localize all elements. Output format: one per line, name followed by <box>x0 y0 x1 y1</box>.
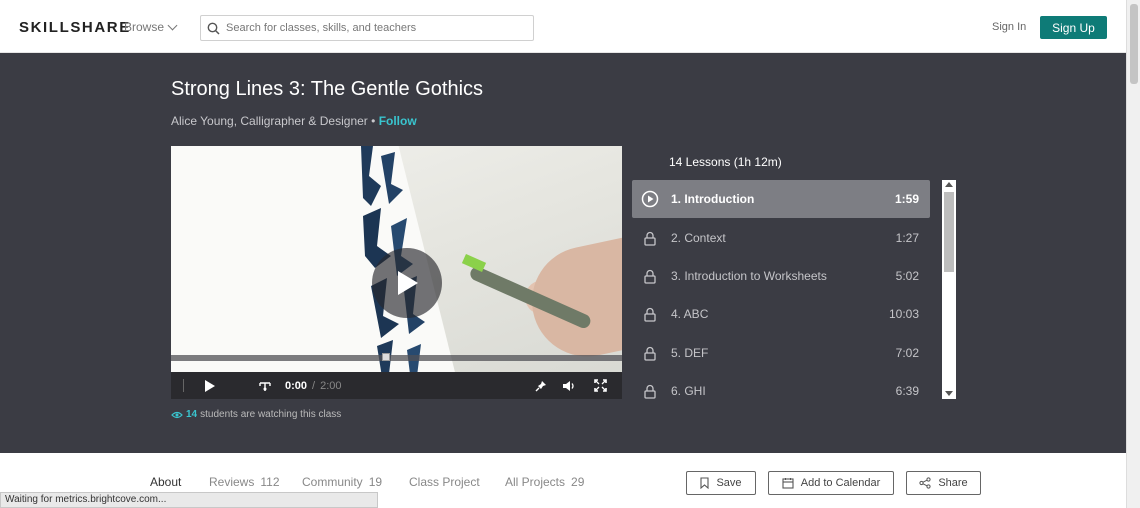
tab-label: About <box>150 475 182 489</box>
speed-icon <box>259 381 271 391</box>
tab-label: All Projects <box>505 475 566 489</box>
lesson-duration: 10:03 <box>888 307 919 321</box>
bookmark-icon <box>700 477 710 489</box>
scroll-up-icon[interactable] <box>945 182 953 187</box>
time-separator: / <box>312 379 316 392</box>
pin-control[interactable] <box>531 372 551 399</box>
big-play-button[interactable] <box>372 248 442 318</box>
add-to-calendar-button[interactable]: Add to Calendar <box>768 471 894 495</box>
fullscreen-control[interactable] <box>589 372 611 399</box>
browse-label: Browse <box>124 20 165 34</box>
skillshare-logo[interactable]: SKILLSHARE <box>19 19 131 36</box>
browse-menu[interactable]: Browse <box>124 20 178 34</box>
share-label: Share <box>938 477 968 489</box>
lessons-scrollbar-thumb[interactable] <box>944 192 954 272</box>
play-icon <box>204 379 215 392</box>
fullscreen-icon <box>593 379 607 392</box>
search-icon <box>207 22 220 35</box>
save-button[interactable]: Save <box>686 471 756 495</box>
video-controls: 0:00 / 2:00 <box>171 372 622 399</box>
browser-status-bar: Waiting for metrics.brightcove.com... <box>0 492 378 508</box>
lock-icon <box>641 267 659 285</box>
lesson-duration: 7:02 <box>895 346 919 360</box>
volume-control[interactable] <box>559 372 579 399</box>
lesson-item[interactable]: 1. Introduction 1:59 <box>632 180 930 218</box>
lesson-item[interactable]: 6. GHI 6:39 <box>632 372 930 410</box>
save-label: Save <box>716 477 742 489</box>
lessons-scrollbar[interactable] <box>942 180 956 399</box>
tab-about[interactable]: About <box>150 475 181 489</box>
sign-up-button[interactable]: Sign Up <box>1040 16 1107 39</box>
watching-text: students are watching this class <box>200 409 342 420</box>
play-icon <box>398 271 418 295</box>
top-nav: SKILLSHARE Browse Sign In Sign Up <box>0 0 1126 53</box>
watching-count: 14 <box>186 409 198 420</box>
controls-divider <box>183 379 184 392</box>
lesson-title: 4. ABC <box>671 307 709 321</box>
lesson-item[interactable]: 5. DEF 7:02 <box>632 334 930 372</box>
course-title: Strong Lines 3: The Gentle Gothics <box>171 78 484 100</box>
lesson-title: 2. Context <box>671 231 726 245</box>
lesson-item[interactable]: 3. Introduction to Worksheets 5:02 <box>632 257 930 295</box>
search-box[interactable] <box>200 15 534 41</box>
follow-link[interactable]: Follow <box>379 114 417 128</box>
tab-class-project[interactable]: Class Project <box>409 475 480 489</box>
lesson-title: 5. DEF <box>671 346 709 360</box>
lesson-item[interactable]: 4. ABC 10:03 <box>632 295 930 333</box>
pin-icon <box>535 380 546 391</box>
tab-count: 29 <box>571 475 585 489</box>
video-progress-bar[interactable] <box>171 353 622 361</box>
byline-bullet: • <box>371 114 376 128</box>
share-icon <box>919 477 931 489</box>
play-control[interactable] <box>199 372 219 399</box>
progress-handle[interactable] <box>382 353 390 361</box>
page-scrollbar-thumb[interactable] <box>1130 4 1138 84</box>
lessons-header: 14 Lessons (1h 12m) <box>669 155 782 169</box>
volume-icon <box>563 380 574 391</box>
lesson-title: 1. Introduction <box>671 192 755 206</box>
lock-icon <box>641 382 659 400</box>
teacher-byline: Alice Young, Calligrapher & Designer • F… <box>171 114 417 128</box>
share-button[interactable]: Share <box>906 471 981 495</box>
tab-reviews[interactable]: Reviews 112 <box>209 475 280 489</box>
calendar-icon <box>782 478 794 489</box>
lock-icon <box>641 229 659 247</box>
lesson-duration: 1:59 <box>894 192 919 206</box>
play-circle-icon <box>641 190 659 208</box>
teacher-name[interactable]: Alice Young, Calligrapher & Designer <box>171 114 368 128</box>
eye-icon <box>171 411 183 418</box>
watching-indicator: 14 students are watching this class <box>171 409 341 420</box>
lesson-duration: 1:27 <box>895 231 919 245</box>
tab-all-projects[interactable]: All Projects 29 <box>505 475 584 489</box>
lesson-item[interactable]: 2. Context 1:27 <box>632 219 930 257</box>
lesson-title: 6. GHI <box>671 384 706 398</box>
scroll-down-icon[interactable] <box>945 391 953 396</box>
tab-count: 19 <box>368 475 383 489</box>
chevron-down-icon <box>167 20 178 30</box>
tab-count: 112 <box>260 475 280 489</box>
time-display: 0:00 / 2:00 <box>285 372 345 399</box>
tab-label: Community <box>302 475 363 489</box>
lesson-title: 3. Introduction to Worksheets <box>671 269 827 283</box>
lock-icon <box>641 344 659 362</box>
sign-in-link[interactable]: Sign In <box>992 21 1026 33</box>
tab-community[interactable]: Community 19 <box>302 475 382 489</box>
playback-rate-control[interactable] <box>255 372 275 399</box>
tab-label: Class Project <box>409 475 480 489</box>
page-scrollbar[interactable] <box>1126 0 1140 508</box>
lock-icon <box>641 305 659 323</box>
tab-label: Reviews <box>209 475 255 489</box>
lesson-duration: 6:39 <box>895 384 919 398</box>
duration: 2:00 <box>320 379 342 392</box>
current-time: 0:00 <box>285 379 308 392</box>
add-to-calendar-label: Add to Calendar <box>800 477 881 489</box>
lesson-duration: 5:02 <box>895 269 919 283</box>
search-input[interactable] <box>226 22 526 34</box>
